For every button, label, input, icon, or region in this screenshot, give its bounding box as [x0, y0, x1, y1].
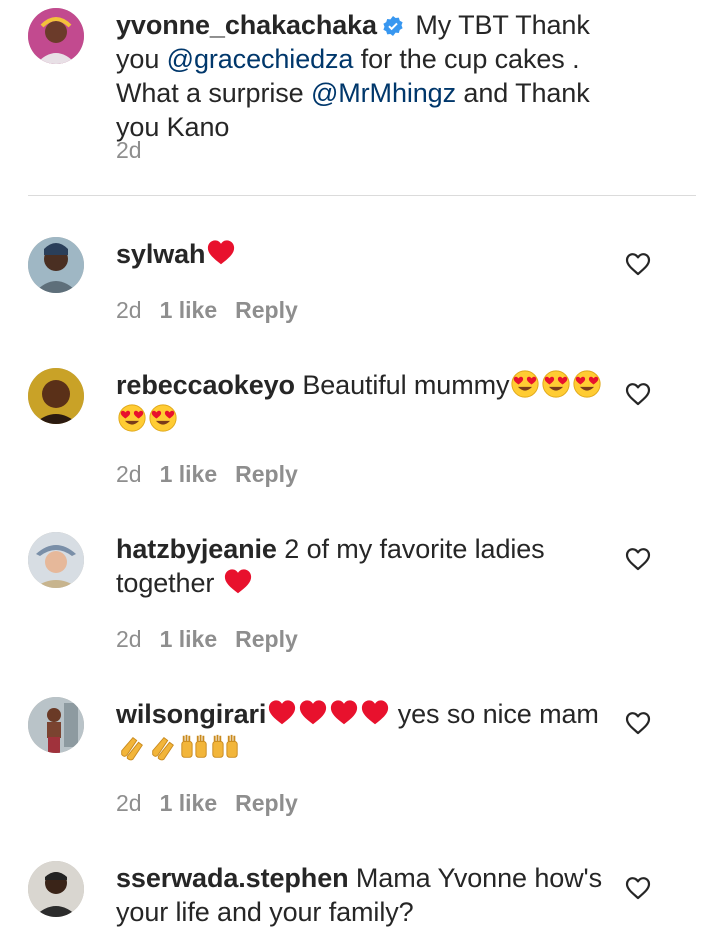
- caption-text: yvonne_chakachaka My TBT Thank you @grac…: [116, 8, 626, 144]
- reply-button[interactable]: Reply: [235, 790, 298, 816]
- comment-username[interactable]: wilsongirari: [116, 699, 266, 729]
- heart-eyes-emoji: [511, 370, 539, 398]
- avatar-sserwada-stephen[interactable]: [28, 861, 84, 917]
- heart-eyes-emoji: [118, 404, 146, 432]
- caption-meta: 2d: [116, 137, 160, 164]
- red-heart-emoji: [331, 700, 358, 725]
- comment-meta: 2d 1 like Reply: [116, 626, 316, 653]
- comment-username[interactable]: sylwah: [116, 239, 206, 269]
- red-heart-emoji: [362, 700, 389, 725]
- comment-text: yes so nice mam: [390, 699, 599, 729]
- comment-likes-count[interactable]: 1 like: [160, 626, 218, 652]
- clapping-hands-emoji: [152, 736, 174, 761]
- red-heart-emoji: [300, 700, 327, 725]
- heart-eyes-emoji: [149, 404, 177, 432]
- comment-username[interactable]: rebeccaokeyo: [116, 370, 295, 400]
- verified-badge-icon: [383, 16, 403, 36]
- red-heart-emoji: [224, 569, 251, 594]
- red-heart-emoji: [269, 700, 296, 725]
- comment-likes-count[interactable]: 1 like: [160, 461, 218, 487]
- comment-meta: 2d 1 like Reply: [116, 461, 316, 488]
- heart-outline-icon[interactable]: [625, 876, 651, 900]
- caption-username[interactable]: yvonne_chakachaka: [116, 10, 377, 40]
- comment-text: Beautiful mummy: [294, 370, 510, 400]
- comment-meta: 2d 1 like Reply: [116, 790, 316, 817]
- comment-timestamp: 2d: [116, 790, 142, 816]
- comment-timestamp: 2d: [116, 461, 142, 487]
- avatar-sylwah[interactable]: [28, 237, 84, 293]
- heart-outline-icon[interactable]: [625, 252, 651, 276]
- mention-gracechiedza[interactable]: @gracechiedza: [167, 44, 354, 74]
- comment-meta: 2d 1 like Reply: [116, 297, 316, 324]
- heart-outline-icon[interactable]: [625, 382, 651, 406]
- comment-likes-count[interactable]: 1 like: [160, 297, 218, 323]
- avatar-hatzbyjeanie[interactable]: [28, 532, 84, 588]
- raising-hands-emoji: [181, 734, 207, 758]
- reply-button[interactable]: Reply: [235, 461, 298, 487]
- comment-username[interactable]: sserwada.stephen: [116, 863, 349, 893]
- clapping-hands-emoji: [121, 736, 143, 761]
- avatar-rebeccaokeyo[interactable]: [28, 368, 84, 424]
- reply-button[interactable]: Reply: [235, 626, 298, 652]
- red-heart-emoji: [208, 240, 235, 265]
- comment-username[interactable]: hatzbyjeanie: [116, 534, 277, 564]
- heart-outline-icon[interactable]: [625, 711, 651, 735]
- divider: [28, 195, 696, 196]
- heart-eyes-emoji: [573, 370, 601, 398]
- comment-timestamp: 2d: [116, 297, 142, 323]
- post-caption: yvonne_chakachaka My TBT Thank you @grac…: [0, 0, 720, 196]
- raising-hands-emoji: [212, 734, 238, 758]
- mention-mrmhingz[interactable]: @MrMhingz: [311, 78, 456, 108]
- reply-button[interactable]: Reply: [235, 297, 298, 323]
- comment-likes-count[interactable]: 1 like: [160, 790, 218, 816]
- comment-timestamp: 2d: [116, 626, 142, 652]
- heart-outline-icon[interactable]: [625, 547, 651, 571]
- caption-timestamp: 2d: [116, 137, 142, 163]
- avatar-yvonne[interactable]: [28, 8, 84, 64]
- avatar-wilsongirari[interactable]: [28, 697, 84, 753]
- heart-eyes-emoji: [542, 370, 570, 398]
